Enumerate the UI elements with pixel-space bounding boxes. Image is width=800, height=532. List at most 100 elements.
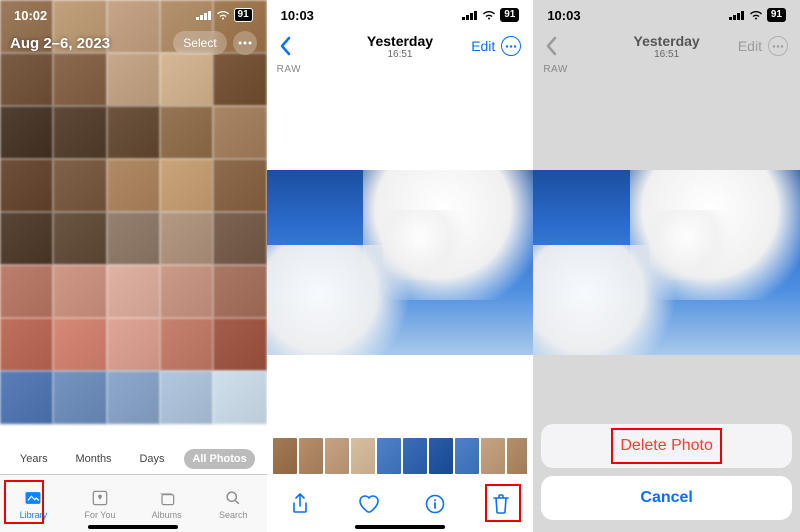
info-button[interactable] [425, 494, 445, 517]
photo-thumbnail[interactable] [213, 159, 266, 212]
photo-thumbnail[interactable] [53, 265, 106, 318]
filmstrip-thumbnail[interactable] [273, 438, 297, 474]
filmstrip-thumbnail[interactable] [377, 438, 401, 474]
action-sheet: Delete Photo Cancel [541, 424, 792, 520]
photo-toolbar [267, 478, 534, 532]
nav-bar: Yesterday 16:51 Edit [533, 30, 800, 62]
segment-months[interactable]: Months [67, 449, 119, 469]
photo-view [533, 170, 800, 355]
signal-icon [196, 10, 212, 20]
status-bar: 10:03 91 [533, 0, 800, 30]
photo-thumbnail[interactable] [0, 106, 53, 159]
status-bar: 10:03 91 [267, 0, 534, 30]
search-icon [222, 488, 244, 508]
photo-thumbnail[interactable] [53, 318, 106, 371]
photo-thumbnail[interactable] [107, 265, 160, 318]
filmstrip-thumbnail[interactable] [481, 438, 505, 474]
tab-search[interactable]: Search [206, 488, 261, 520]
battery-icon: 91 [234, 8, 253, 22]
favorite-button[interactable] [357, 494, 379, 517]
photo-view[interactable] [267, 170, 534, 355]
photo-thumbnail[interactable] [160, 159, 213, 212]
tab-label: Library [20, 510, 48, 520]
photo-thumbnail[interactable] [0, 212, 53, 265]
ellipsis-icon [505, 45, 517, 48]
segment-years[interactable]: Years [12, 449, 56, 469]
filmstrip-thumbnail[interactable] [429, 438, 453, 474]
filmstrip-thumbnail[interactable] [403, 438, 427, 474]
photo-thumbnail[interactable] [160, 106, 213, 159]
tab-foryou[interactable]: For You [72, 488, 127, 520]
tab-label: For You [84, 510, 115, 520]
share-button[interactable] [290, 492, 310, 519]
photo-thumbnail[interactable] [0, 53, 53, 106]
photo-thumbnail[interactable] [107, 318, 160, 371]
photo-thumbnail[interactable] [107, 106, 160, 159]
photo-thumbnail[interactable] [53, 371, 106, 424]
back-icon[interactable] [279, 36, 293, 56]
ellipsis-icon [772, 45, 784, 48]
filmstrip[interactable] [273, 438, 528, 474]
photo-thumbnail[interactable] [53, 212, 106, 265]
photo-thumbnail[interactable] [213, 212, 266, 265]
filmstrip-thumbnail[interactable] [299, 438, 323, 474]
filmstrip-thumbnail[interactable] [325, 438, 349, 474]
albums-icon [156, 488, 178, 508]
filmstrip-thumbnail[interactable] [455, 438, 479, 474]
photo-thumbnail[interactable] [213, 106, 266, 159]
photo-thumbnail[interactable] [213, 53, 266, 106]
foryou-icon [89, 488, 111, 508]
phone-detail: 10:03 91 Yesterday 16:51 Edit RAW [267, 0, 534, 532]
photo-thumbnail[interactable] [160, 371, 213, 424]
phone-delete-sheet: 10:03 91 Yesterday 16:51 Edit RAW [533, 0, 800, 532]
tab-label: Search [219, 510, 248, 520]
filmstrip-thumbnail[interactable] [507, 438, 528, 474]
photo-thumbnail[interactable] [160, 318, 213, 371]
library-header: Aug 2–6, 2023 Select [0, 26, 267, 60]
tab-library[interactable]: Library [6, 488, 61, 520]
battery-icon: 91 [767, 8, 786, 22]
photo-grid[interactable] [0, 0, 267, 470]
segment-all-photos[interactable]: All Photos [184, 449, 254, 469]
share-icon [290, 492, 310, 516]
photo-thumbnail[interactable] [213, 265, 266, 318]
photo-thumbnail[interactable] [107, 159, 160, 212]
status-bar: 10:02 91 [0, 0, 267, 30]
photo-thumbnail[interactable] [213, 318, 266, 371]
photo-thumbnail[interactable] [160, 53, 213, 106]
photo-thumbnail[interactable] [160, 212, 213, 265]
more-button[interactable] [501, 36, 521, 56]
nav-subtitle: 16:51 [603, 49, 730, 60]
photo-thumbnail[interactable] [107, 212, 160, 265]
more-button[interactable] [233, 31, 257, 55]
filmstrip-thumbnail[interactable] [351, 438, 375, 474]
photo-thumbnail[interactable] [53, 53, 106, 106]
photo-thumbnail[interactable] [0, 159, 53, 212]
wifi-icon [482, 10, 496, 20]
wifi-icon [216, 10, 230, 20]
photo-thumbnail[interactable] [53, 159, 106, 212]
status-time: 10:02 [14, 8, 47, 23]
cancel-button[interactable]: Cancel [541, 476, 792, 520]
photo-thumbnail[interactable] [107, 371, 160, 424]
select-button[interactable]: Select [173, 31, 226, 55]
photo-thumbnail[interactable] [107, 53, 160, 106]
delete-photo-button[interactable]: Delete Photo [541, 424, 792, 468]
tab-albums[interactable]: Albums [139, 488, 194, 520]
tab-bar: Library For You Albums Search [0, 474, 267, 532]
photo-thumbnail[interactable] [160, 265, 213, 318]
photo-thumbnail[interactable] [0, 318, 53, 371]
photo-thumbnail[interactable] [53, 106, 106, 159]
edit-button[interactable]: Edit [471, 38, 495, 54]
segment-days[interactable]: Days [131, 449, 172, 469]
status-time: 10:03 [281, 8, 314, 23]
wifi-icon [749, 10, 763, 20]
heart-icon [357, 494, 379, 514]
photo-thumbnail[interactable] [0, 265, 53, 318]
nav-bar: Yesterday 16:51 Edit [267, 30, 534, 62]
view-segments: Years Months Days All Photos [0, 444, 267, 474]
photo-thumbnail[interactable] [0, 371, 53, 424]
delete-button[interactable] [492, 493, 510, 518]
photo-content [267, 170, 534, 355]
photo-thumbnail[interactable] [213, 371, 266, 424]
